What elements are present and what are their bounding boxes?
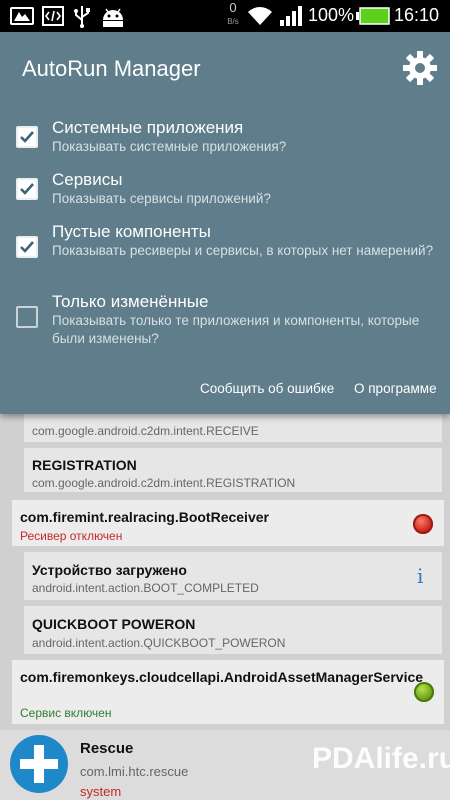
status-text: Ресивер отключен bbox=[20, 529, 123, 543]
checkbox-empty-components[interactable] bbox=[16, 236, 38, 258]
data-rate-value: 0 bbox=[229, 0, 237, 15]
intent-text: com.google.android.c2dm.intent.RECEIVE bbox=[32, 424, 259, 438]
component-name: Устройство загружено bbox=[32, 562, 187, 578]
list-item-registration[interactable]: REGISTRATION com.google.android.c2dm.int… bbox=[24, 448, 442, 492]
data-rate-unit: B/s bbox=[227, 17, 239, 26]
code-icon bbox=[42, 6, 64, 26]
option-description: Показывать сервисы приложений? bbox=[52, 191, 271, 206]
option-title: Системные приложения bbox=[52, 118, 244, 137]
component-name: REGISTRATION bbox=[32, 457, 137, 473]
list-item-cloudcell[interactable]: com.firemonkeys.cloudcellapi.AndroidAsse… bbox=[12, 660, 444, 724]
list-item-quickboot[interactable]: QUICKBOOT POWERON android.intent.action.… bbox=[24, 606, 442, 654]
list-item-realracing[interactable]: com.firemint.realracing.BootReceiver Рес… bbox=[12, 500, 444, 546]
component-name: com.firemonkeys.cloudcellapi.AndroidAsse… bbox=[20, 669, 424, 685]
app-package: com.lmi.htc.rescue bbox=[80, 764, 189, 779]
settings-panel: AutoRun Manager Системные приложения Пок… bbox=[0, 32, 450, 414]
info-icon[interactable]: i bbox=[417, 564, 423, 588]
checkbox-system-apps[interactable] bbox=[16, 126, 38, 148]
intent-text: com.google.android.c2dm.intent.REGISTRAT… bbox=[32, 476, 296, 490]
status-led-icon[interactable] bbox=[413, 514, 433, 534]
battery-icon bbox=[356, 7, 390, 25]
app-title: AutoRun Manager bbox=[22, 56, 201, 81]
checkbox-services[interactable] bbox=[16, 178, 38, 200]
signal-icon bbox=[280, 6, 302, 26]
report-bug-link[interactable]: Сообщить об ошибке bbox=[200, 381, 334, 396]
option-description: Показывать ресиверы и сервисы, в которых… bbox=[52, 243, 434, 258]
list-item-boot-completed[interactable]: Устройство загружено android.intent.acti… bbox=[24, 552, 442, 600]
option-title: Только изменённые bbox=[52, 292, 209, 311]
component-name: QUICKBOOT POWERON bbox=[32, 616, 196, 632]
option-title: Сервисы bbox=[52, 170, 123, 189]
gear-icon[interactable] bbox=[402, 50, 438, 86]
app-name: Rescue bbox=[80, 740, 134, 757]
usb-icon bbox=[74, 6, 90, 28]
watermark-logo: PDAlife.ru bbox=[312, 742, 450, 775]
rescue-icon bbox=[10, 735, 68, 793]
wifi-icon bbox=[248, 7, 272, 25]
status-led-icon[interactable] bbox=[414, 682, 434, 702]
check-icon bbox=[20, 241, 34, 253]
android-icon bbox=[103, 8, 123, 27]
status-bar: 0 B/s 100% 16:10 bbox=[0, 0, 450, 32]
check-icon bbox=[20, 183, 34, 195]
battery-percent: 100% bbox=[308, 5, 355, 25]
checkbox-changed-only[interactable] bbox=[16, 306, 38, 328]
intent-text: android.intent.action.BOOT_COMPLETED bbox=[32, 581, 259, 595]
option-title: Пустые компоненты bbox=[52, 222, 211, 241]
intent-text: android.intent.action.QUICKBOOT_POWERON bbox=[32, 636, 286, 650]
screen-icon bbox=[10, 7, 34, 25]
about-link[interactable]: О программе bbox=[354, 381, 437, 396]
app-type: system bbox=[80, 784, 122, 799]
option-description: Показывать только те приложения и компон… bbox=[52, 313, 420, 346]
component-name: com.firemint.realracing.BootReceiver bbox=[20, 509, 269, 525]
option-description: Показывать системные приложения? bbox=[52, 139, 287, 154]
check-icon bbox=[20, 131, 34, 143]
clock: 16:10 bbox=[394, 5, 440, 25]
status-text: Сервис включен bbox=[20, 706, 112, 720]
data-rate: 0 B/s bbox=[224, 0, 242, 28]
